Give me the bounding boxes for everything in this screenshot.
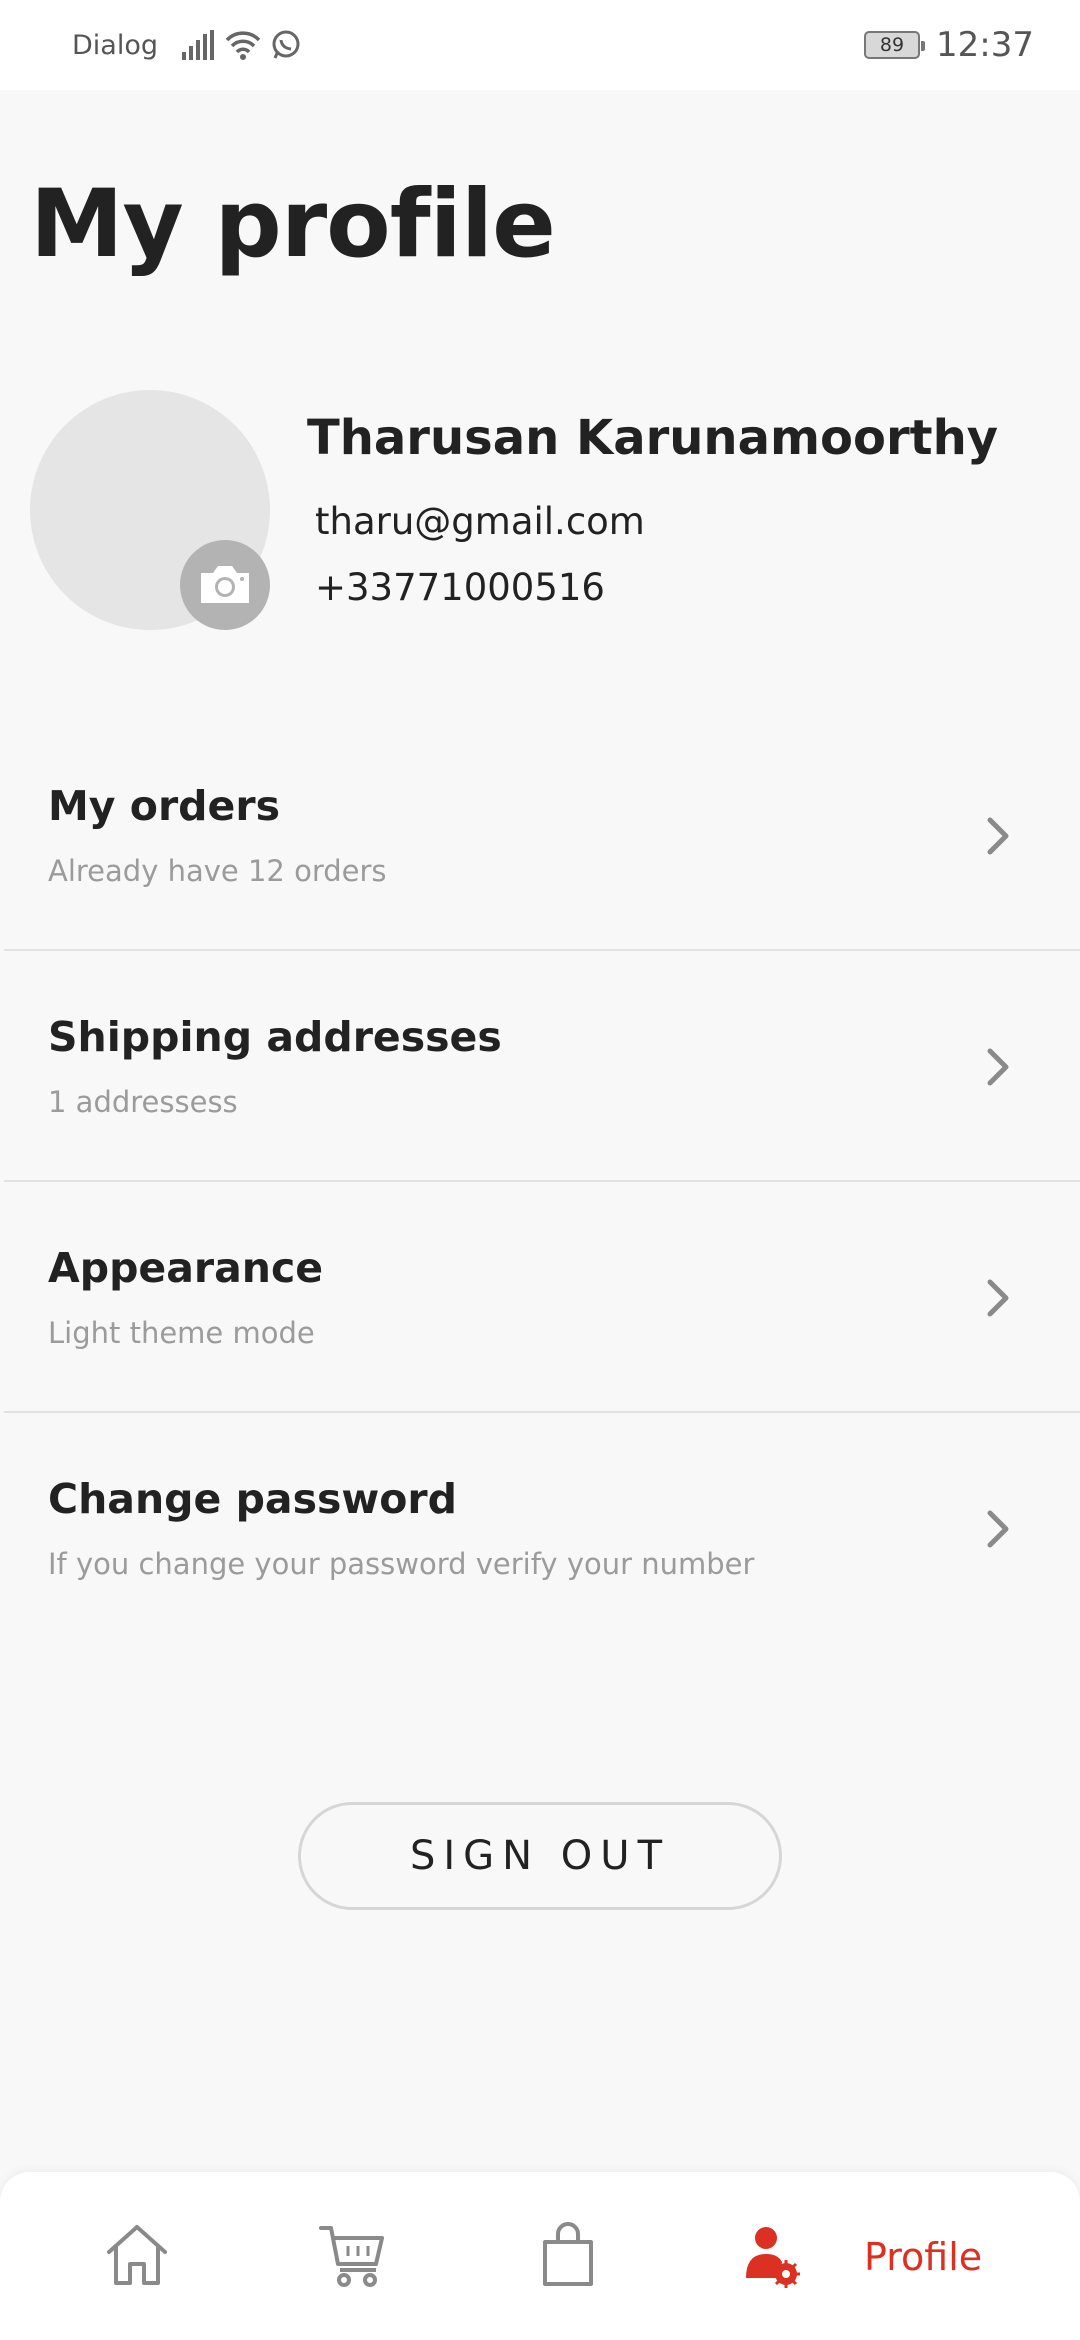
chevron-right-icon [987,817,1009,855]
menu-item-subtitle: Already have 12 orders [48,854,387,888]
carrier-label: Dialog [72,29,158,61]
nav-home[interactable] [104,2222,170,2292]
menu-item-shipping-addresses[interactable]: Shipping addresses 1 addressess [4,951,1080,1182]
whatsapp-icon [272,30,300,59]
home-icon [107,2225,167,2285]
signal-icon [182,30,214,60]
menu-item-appearance[interactable]: Appearance Light theme mode [4,1182,1080,1413]
nav-profile[interactable]: Profile [744,2222,1004,2292]
nav-cart[interactable] [318,2222,388,2292]
menu-item-title: Change password [48,1475,457,1523]
chevron-right-icon [987,1048,1009,1086]
menu-item-title: Shipping addresses [48,1013,502,1061]
user-email: tharu@gmail.com [315,500,645,543]
user-name: Tharusan Karunamoorthy [307,410,999,466]
menu-item-change-password[interactable]: Change password If you change your passw… [4,1413,1080,1644]
camera-icon [201,566,249,603]
clock: 12:37 [936,25,1034,65]
battery-level: 89 [879,34,905,56]
menu-item-subtitle: If you change your password verify your … [48,1547,755,1581]
menu-item-subtitle: 1 addressess [48,1085,238,1119]
menu-item-title: My orders [48,782,280,830]
cart-icon [319,2226,384,2287]
wifi-icon [225,31,261,60]
profile-menu: My orders Already have 12 orders Shippin… [0,720,1080,1644]
menu-item-subtitle: Light theme mode [48,1316,315,1350]
nav-bag[interactable] [540,2222,596,2292]
change-photo-button[interactable] [180,540,270,630]
nav-profile-label: Profile [864,2235,983,2279]
chevron-right-icon [987,1279,1009,1317]
battery-icon: 89 [864,31,926,59]
bag-icon [543,2222,593,2286]
user-phone: +33771000516 [315,566,605,609]
menu-item-my-orders[interactable]: My orders Already have 12 orders [4,720,1080,951]
sign-out-button[interactable]: SIGN OUT [298,1802,782,1910]
chevron-right-icon [987,1510,1009,1548]
page-title: My profile [30,170,556,279]
bottom-nav: Profile [0,2172,1080,2340]
menu-item-title: Appearance [48,1244,324,1292]
status-bar: Dialog 89 12:37 [0,0,1080,90]
profile-settings-icon [746,2227,800,2288]
